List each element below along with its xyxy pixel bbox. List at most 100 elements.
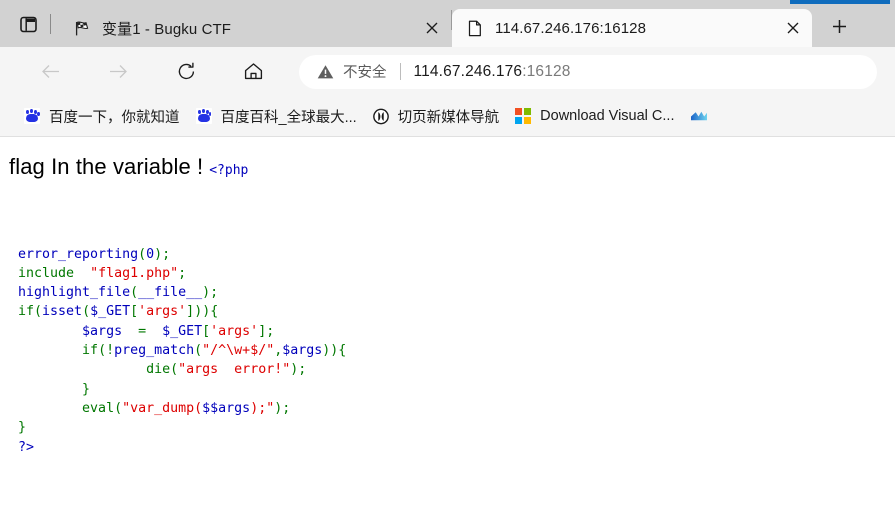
code-token: isset bbox=[42, 304, 83, 320]
code-token: [ bbox=[130, 304, 139, 320]
php-source-code: error_reporting(0); include "flag1.php";… bbox=[18, 206, 895, 457]
bookmark-overflow-partial[interactable] bbox=[683, 102, 716, 130]
checkered-flag-icon bbox=[73, 19, 91, 37]
bookmark-label: 百度一下，你就知道 bbox=[49, 109, 180, 126]
code-token: 0 bbox=[146, 246, 155, 262]
tabstrip-divider bbox=[50, 14, 51, 34]
code-token: "flag1.php" bbox=[90, 265, 179, 281]
bookmark-label: 切页新媒体导航 bbox=[397, 109, 500, 126]
code-token: ?> bbox=[18, 439, 35, 455]
code-token: = bbox=[122, 323, 163, 339]
code-token: include bbox=[18, 265, 75, 281]
code-token: ( bbox=[114, 400, 123, 416]
code-token: "args error!" bbox=[178, 362, 291, 378]
bookmark-baidu-baike[interactable]: 百度百科_全球最大... bbox=[188, 102, 365, 130]
code-token: 'args' bbox=[138, 304, 187, 320]
code-token: highlight_file bbox=[18, 285, 131, 301]
code-token: ; bbox=[178, 265, 187, 281]
code-token: ( bbox=[138, 246, 147, 262]
code-token: ) bbox=[202, 285, 211, 301]
code-token: ) bbox=[154, 246, 163, 262]
code-token: (! bbox=[98, 343, 115, 359]
code-token: 'args' bbox=[210, 323, 259, 339]
code-token: $args bbox=[282, 343, 323, 359]
code-token: if bbox=[82, 343, 99, 359]
code-token: "/^\w+$/" bbox=[202, 343, 275, 359]
code-token: "var_dump( bbox=[122, 400, 203, 416]
code-token: )) bbox=[194, 304, 211, 320]
tab-strip: 变量1 - Bugku CTF 114.67.246.176:16128 bbox=[0, 0, 895, 47]
microsoft-squares-icon bbox=[515, 108, 532, 124]
code-token: );" bbox=[250, 400, 275, 416]
url-port: :16128 bbox=[522, 62, 571, 80]
vertical-tabs-icon[interactable] bbox=[14, 10, 42, 38]
bookmark-label: 百度百科_全球最大... bbox=[220, 109, 357, 126]
code-token: if bbox=[18, 304, 35, 320]
code-token: preg_match bbox=[114, 343, 195, 359]
code-token: [ bbox=[202, 323, 211, 339]
code-token: ; bbox=[266, 323, 275, 339]
code-token: } bbox=[18, 420, 27, 436]
security-status-label: 不安全 bbox=[343, 65, 387, 81]
code-token: { bbox=[210, 304, 219, 320]
tab-title: 114.67.246.176:16128 bbox=[495, 19, 647, 37]
code-token: $_GET bbox=[162, 323, 203, 339]
browser-tab-bugku[interactable]: 变量1 - Bugku CTF bbox=[59, 9, 451, 47]
browser-tab-target-site[interactable]: 114.67.246.176:16128 bbox=[452, 9, 812, 47]
bookmarks-bar: 百度一下，你就知道 百度百科_全球最大... 切页新媒体导航 Download bbox=[0, 96, 895, 137]
tab-close-button[interactable] bbox=[419, 15, 445, 41]
code-token: eval bbox=[82, 400, 115, 416]
code-token: )) bbox=[322, 343, 339, 359]
code-token: ; bbox=[282, 400, 291, 416]
bookmark-baidu-search[interactable]: 百度一下，你就知道 bbox=[16, 102, 188, 130]
blue-gradient-icon bbox=[690, 108, 707, 124]
code-token: $args bbox=[82, 323, 123, 339]
code-token: ( bbox=[82, 304, 91, 320]
home-button[interactable] bbox=[235, 54, 271, 90]
qieye-circle-icon bbox=[372, 108, 389, 124]
code-token: die bbox=[146, 362, 171, 378]
bookmark-label: Download Visual C... bbox=[540, 108, 675, 124]
code-token: { bbox=[338, 343, 347, 359]
back-button[interactable] bbox=[32, 54, 68, 90]
tab-title: 变量1 - Bugku CTF bbox=[102, 20, 232, 38]
code-token: ; bbox=[210, 285, 219, 301]
bookmark-qieye-nav[interactable]: 切页新媒体导航 bbox=[365, 102, 508, 130]
warning-triangle-icon[interactable] bbox=[315, 62, 335, 82]
reload-button[interactable] bbox=[168, 54, 204, 90]
code-token: ( bbox=[130, 285, 139, 301]
code-token: __file__ bbox=[138, 285, 203, 301]
browser-toolbar: 不安全 114.67.246.176:16128 bbox=[0, 47, 895, 96]
code-token: ; bbox=[162, 246, 171, 262]
code-token: ( bbox=[170, 362, 179, 378]
address-bar[interactable]: 不安全 114.67.246.176:16128 bbox=[299, 54, 877, 89]
page-content: flag In the variable ! <?php error_report… bbox=[0, 137, 895, 504]
baidu-paw-icon bbox=[24, 108, 40, 124]
url-host: 114.67.246.176 bbox=[413, 62, 523, 80]
code-token: ] bbox=[186, 304, 195, 320]
code-token: ( bbox=[34, 304, 43, 320]
tab-close-button[interactable] bbox=[780, 15, 806, 41]
code-token: $_GET bbox=[90, 304, 131, 320]
code-token: } bbox=[82, 381, 91, 397]
new-tab-button[interactable] bbox=[822, 9, 856, 43]
code-token: ; bbox=[298, 362, 307, 378]
forward-button[interactable] bbox=[100, 54, 136, 90]
code-token: $$args bbox=[202, 400, 251, 416]
blank-page-icon bbox=[466, 19, 484, 37]
url-display[interactable]: 114.67.246.176:16128 bbox=[414, 63, 571, 81]
code-token: ( bbox=[194, 343, 203, 359]
omnibox-divider bbox=[399, 63, 401, 80]
window-accent-strip bbox=[790, 0, 890, 4]
code-token: error_reporting bbox=[18, 246, 139, 262]
bookmark-download-visual-c[interactable]: Download Visual C... bbox=[507, 102, 682, 130]
php-open-tag: <?php bbox=[209, 163, 249, 178]
baidu-paw-icon bbox=[195, 108, 212, 124]
page-title: flag In the variable ! bbox=[9, 154, 204, 179]
